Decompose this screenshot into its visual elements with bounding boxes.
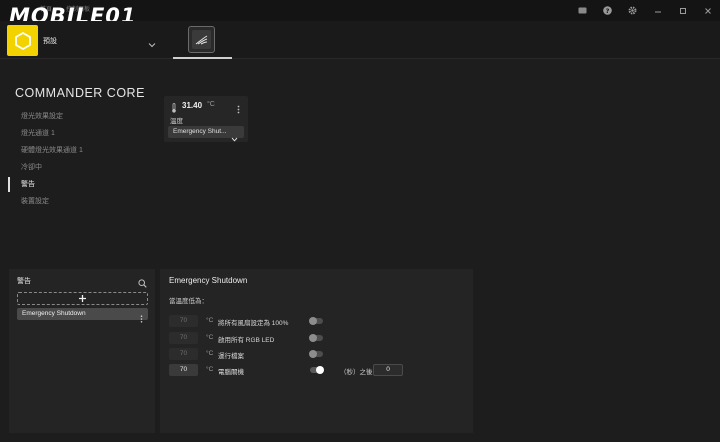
alert-detail-panel: Emergency Shutdown 當溫度低為： 70 °C 將所有風扇設定為… xyxy=(160,269,473,433)
temperature-value: 31.40 xyxy=(182,101,203,110)
sidebar-item-lighting-setup[interactable]: 燈光效果設定 xyxy=(0,108,150,125)
temperature-sensor-card: 31.40 °C 溫度 Emergency Shut... xyxy=(164,96,248,142)
plus-icon xyxy=(79,295,86,302)
temperature-unit: °C xyxy=(207,101,215,108)
device-tab-underline xyxy=(173,57,232,59)
device-title: COMMANDER CORE xyxy=(15,86,145,100)
alert-select[interactable]: Emergency Shut... xyxy=(168,126,244,142)
search-icon[interactable] xyxy=(138,275,147,293)
threshold-input[interactable]: 70 xyxy=(169,332,198,344)
threshold-input[interactable]: 70 xyxy=(169,315,198,327)
alert-condition-label: 當溫度低為： xyxy=(169,298,208,305)
chevron-down-icon xyxy=(231,129,238,147)
action-label: 電腦關機 xyxy=(218,369,244,376)
device-tile[interactable] xyxy=(188,26,215,53)
threshold-unit: °C xyxy=(206,317,214,324)
sidebar: 燈光效果設定 燈光通道 1 硬體燈光效果通道 1 冷卻中 警告 裝置設定 xyxy=(0,108,150,210)
profile-header: 預設 xyxy=(0,21,720,59)
add-alert-button[interactable] xyxy=(17,292,148,305)
card-menu-icon[interactable] xyxy=(237,101,240,119)
profile-name[interactable]: 預設 xyxy=(43,36,57,46)
action-row-fans: 70 °C 將所有風扇設定為 100% xyxy=(169,315,469,327)
threshold-input[interactable]: 70 xyxy=(169,348,198,360)
action-toggle[interactable] xyxy=(309,334,323,342)
alert-item-menu-icon[interactable] xyxy=(140,310,143,328)
action-label: 運行檔案 xyxy=(218,353,244,360)
threshold-input[interactable]: 70 xyxy=(169,364,198,376)
settings-icon[interactable] xyxy=(620,0,645,21)
sensor-label: 溫度 xyxy=(170,118,183,125)
sidebar-item-cooling[interactable]: 冷卻中 xyxy=(0,159,150,176)
svg-text:?: ? xyxy=(606,7,610,15)
alert-list-item[interactable]: Emergency Shutdown xyxy=(17,308,148,323)
delay-suffix-label: （秒）之後 xyxy=(340,369,373,376)
action-toggle[interactable] xyxy=(310,366,324,374)
minimize-icon[interactable] xyxy=(645,0,670,21)
profile-hexagon-icon[interactable] xyxy=(7,25,38,56)
maximize-icon[interactable] xyxy=(670,0,695,21)
threshold-unit: °C xyxy=(206,334,214,341)
help-icon[interactable]: ? xyxy=(595,0,620,21)
alert-detail-title: Emergency Shutdown xyxy=(169,276,248,285)
close-icon[interactable] xyxy=(695,0,720,21)
action-row-run-file: 70 °C 運行檔案 xyxy=(169,348,469,360)
sidebar-item-hardware-lighting[interactable]: 硬體燈光效果通道 1 xyxy=(0,142,150,159)
message-icon[interactable] xyxy=(570,0,595,21)
sidebar-item-alerts[interactable]: 警告 xyxy=(0,176,150,193)
alert-select-value: Emergency Shut... xyxy=(173,128,227,135)
action-label: 啟用所有 RGB LED xyxy=(218,337,275,344)
chevron-down-icon[interactable] xyxy=(148,35,156,53)
action-toggle[interactable] xyxy=(309,350,323,358)
action-toggle[interactable] xyxy=(309,317,323,325)
alerts-panel-title: 警告 xyxy=(17,278,31,285)
action-row-shutdown: 70 °C 電腦關機 （秒）之後 0 xyxy=(169,364,469,376)
corsair-logo-icon xyxy=(192,30,211,49)
sidebar-item-device-settings[interactable]: 裝置設定 xyxy=(0,193,150,210)
window-controls: ? xyxy=(570,0,720,21)
alert-item-label: Emergency Shutdown xyxy=(22,310,86,317)
threshold-unit: °C xyxy=(206,350,214,357)
action-row-rgb: 70 °C 啟用所有 RGB LED xyxy=(169,332,469,344)
delay-input[interactable]: 0 xyxy=(373,364,403,376)
threshold-unit: °C xyxy=(206,366,214,373)
sidebar-item-lighting-channel[interactable]: 燈光通道 1 xyxy=(0,125,150,142)
alerts-list-panel: 警告 Emergency Shutdown xyxy=(9,269,155,433)
action-label: 將所有風扇設定為 100% xyxy=(218,320,289,327)
